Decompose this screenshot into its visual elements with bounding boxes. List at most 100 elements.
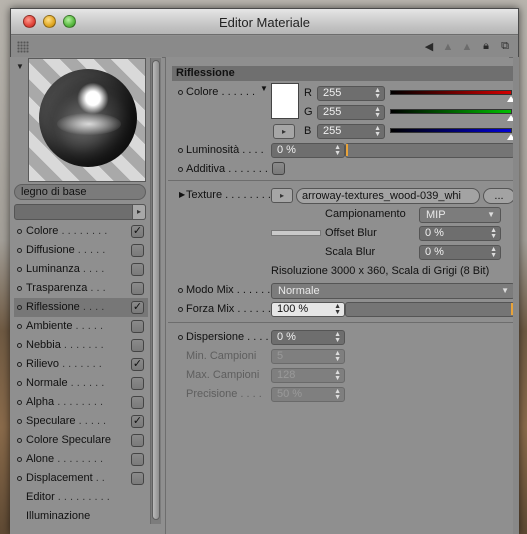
channel-editor[interactable]: Editor . . . . . . . . . <box>14 488 148 507</box>
channel-label: Colore Speculare <box>26 434 111 446</box>
channel-trasparenza[interactable]: Trasparenza . . . <box>14 279 148 298</box>
channel-checkbox[interactable]: ✓ <box>131 415 144 428</box>
channel-checkbox[interactable] <box>131 472 144 485</box>
stepper-icon[interactable]: ▲ ▼ <box>374 125 381 138</box>
keyframe-dot-icon[interactable] <box>178 335 183 340</box>
preview-menu-arrow-icon[interactable]: ▼ <box>16 62 24 71</box>
b-slider[interactable] <box>390 128 512 133</box>
color-swatch[interactable] <box>271 83 299 119</box>
scrollbar-thumb[interactable] <box>152 60 160 520</box>
channel-dots: . . . . . . <box>67 377 105 389</box>
stepper-icon[interactable]: ▲ ▼ <box>334 331 341 344</box>
material-preview[interactable] <box>28 58 146 182</box>
channel-alpha[interactable]: Alpha . . . . . . . . <box>14 393 148 412</box>
g-slider[interactable] <box>390 109 512 114</box>
arrow-left-icon[interactable]: ◀ <box>422 39 436 54</box>
scala-blur-field[interactable]: 0 % ▲ ▼ <box>419 245 501 260</box>
channel-ambiente[interactable]: Ambiente . . . . . <box>14 317 148 336</box>
channel-checkbox[interactable] <box>131 263 144 276</box>
modo-mix-dropdown[interactable]: Normale ▼ <box>271 283 515 299</box>
arrow-up-icon[interactable]: ▲ <box>441 39 455 54</box>
channel-nebbia[interactable]: Nebbia . . . . . . . <box>14 336 148 355</box>
channel-luminanza[interactable]: Luminanza . . . . <box>14 260 148 279</box>
lock-icon[interactable]: 🔒︎ <box>479 39 493 54</box>
keyframe-dot-icon[interactable] <box>178 167 183 172</box>
channel-checkbox[interactable] <box>131 377 144 390</box>
stepper-icon[interactable]: ▲ ▼ <box>374 106 381 119</box>
channel-dot-icon <box>17 343 22 348</box>
channel-colore-speculare[interactable]: Colore Speculare <box>14 431 148 450</box>
stepper-icon[interactable]: ▲ ▼ <box>334 350 341 363</box>
color-picker-button[interactable]: ▸ <box>273 124 295 139</box>
channel-colore[interactable]: Colore . . . . . . . . ✓ <box>14 222 148 241</box>
channel-rilievo[interactable]: Rilievo . . . . . . . ✓ <box>14 355 148 374</box>
channel-label: Alpha <box>26 396 55 408</box>
stepper-icon[interactable]: ▲ ▼ <box>334 303 341 316</box>
material-name-field[interactable]: legno di base <box>14 184 146 200</box>
section-header: Riflessione <box>172 66 515 81</box>
texture-menu-button[interactable]: ▸ <box>271 188 293 203</box>
keyframe-dot-icon[interactable] <box>178 307 183 312</box>
channel-checkbox[interactable] <box>131 339 144 352</box>
channel-riflessione[interactable]: Riflessione . . . . ✓ <box>14 298 148 317</box>
new-window-icon[interactable]: ⧉ <box>498 39 512 54</box>
luminosita-field[interactable]: 0 % ▲ ▼ <box>271 143 345 158</box>
scala-blur-value: 0 % <box>425 246 444 258</box>
stepper-icon[interactable]: ▲ ▼ <box>334 144 341 157</box>
channel-checkbox[interactable] <box>131 244 144 257</box>
campionamento-dropdown[interactable]: MIP ▼ <box>419 207 501 223</box>
texture-file-field[interactable]: arroway-textures_wood-039_whi <box>296 188 480 204</box>
channel-list-scrollbar[interactable] <box>150 58 161 524</box>
channel-dots: . . . <box>87 282 106 294</box>
stepper-icon[interactable]: ▲ ▼ <box>490 227 497 240</box>
r-value-field[interactable]: 255 ▲ ▼ <box>317 86 385 101</box>
keyframe-dot-icon[interactable] <box>178 148 183 153</box>
additiva-label: Additiva . . . . . . . <box>186 163 268 175</box>
min-campioni-field[interactable]: 5 ▲ ▼ <box>271 349 345 364</box>
channel-checkbox[interactable] <box>131 320 144 333</box>
material-selector[interactable]: ▸ <box>14 204 146 220</box>
luminosita-slider-marker[interactable] <box>346 144 348 156</box>
channel-checkbox[interactable]: ✓ <box>131 301 144 314</box>
dispersione-field[interactable]: 0 % ▲ ▼ <box>271 330 345 345</box>
scala-blur-label: Scala Blur <box>325 246 376 258</box>
properties-scrollbar[interactable] <box>513 57 519 534</box>
channel-checkbox[interactable] <box>131 282 144 295</box>
channel-checkbox[interactable]: ✓ <box>131 225 144 238</box>
channel-checkbox[interactable] <box>131 434 144 447</box>
channel-dots: . . . . . <box>74 244 106 256</box>
chevron-right-icon[interactable]: ▸ <box>132 204 146 220</box>
channel-checkbox[interactable] <box>131 453 144 466</box>
colore-menu-arrow-icon[interactable]: ▼ <box>260 84 268 93</box>
stepper-icon[interactable]: ▲ ▼ <box>334 369 341 382</box>
dispersione-value: 0 % <box>277 331 296 343</box>
channel-checkbox[interactable]: ✓ <box>131 358 144 371</box>
luminosita-slider[interactable] <box>345 143 515 158</box>
keyframe-dot-icon[interactable] <box>178 288 183 293</box>
channel-checkbox[interactable] <box>131 396 144 409</box>
stepper-icon[interactable]: ▲ ▼ <box>490 246 497 259</box>
channel-displacement[interactable]: Displacement . . <box>14 469 148 488</box>
g-value-field[interactable]: 255 ▲ ▼ <box>317 105 385 120</box>
precisione-field[interactable]: 50 % ▲ ▼ <box>271 387 345 402</box>
channel-alone[interactable]: Alone . . . . . . . . <box>14 450 148 469</box>
texture-browse-button[interactable]: ... <box>483 188 515 204</box>
stepper-icon[interactable]: ▲ ▼ <box>374 87 381 100</box>
grip-icon[interactable] <box>17 41 29 53</box>
b-value-field[interactable]: 255 ▲ ▼ <box>317 124 385 139</box>
channel-speculare[interactable]: Speculare . . . . . ✓ <box>14 412 148 431</box>
forza-mix-slider[interactable] <box>345 302 515 317</box>
channel-illuminazione[interactable]: Illuminazione <box>14 507 148 526</box>
campionamento-label: Campionamento <box>325 208 406 220</box>
forza-mix-field[interactable]: 100 % ▲ ▼ <box>271 302 345 317</box>
arrow-up-alt-icon[interactable]: ▲ <box>460 39 474 54</box>
channel-diffusione[interactable]: Diffusione . . . . . <box>14 241 148 260</box>
stepper-icon[interactable]: ▲ ▼ <box>334 388 341 401</box>
keyframe-dot-icon[interactable] <box>178 90 183 95</box>
offset-blur-field[interactable]: 0 % ▲ ▼ <box>419 226 501 241</box>
max-campioni-field[interactable]: 128 ▲ ▼ <box>271 368 345 383</box>
additiva-checkbox[interactable] <box>272 162 285 175</box>
channel-normale[interactable]: Normale . . . . . . <box>14 374 148 393</box>
texture-expand-arrow-icon[interactable]: ▶ <box>179 190 185 199</box>
r-slider[interactable] <box>390 90 512 95</box>
